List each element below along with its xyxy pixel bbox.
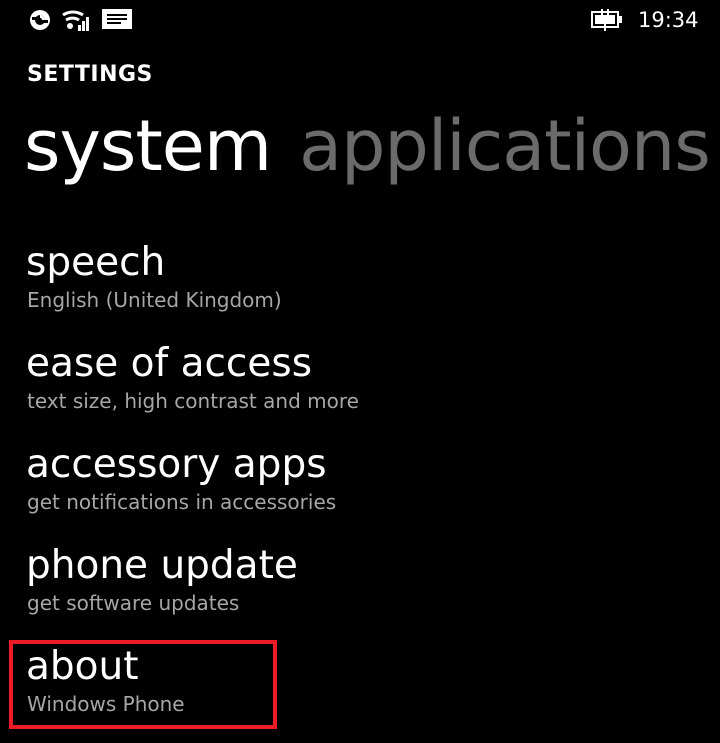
list-item-title: accessory apps: [26, 442, 327, 487]
list-item-accessory-apps[interactable]: accessory apps get notifications in acce…: [26, 440, 359, 541]
status-bar: 19:34: [0, 0, 720, 40]
status-time: 19:34: [638, 8, 699, 32]
battery-charging-icon: [591, 9, 622, 31]
pivot-header: system applications: [24, 104, 711, 188]
sync-icon: [30, 10, 50, 30]
list-item-title: speech: [26, 240, 166, 285]
pivot-tab-system[interactable]: system: [24, 104, 272, 188]
highlight-box: [9, 640, 277, 729]
list-item-subtitle: get notifications in accessories: [27, 490, 337, 514]
list-item-subtitle: text size, high contrast and more: [27, 389, 359, 413]
list-item-ease-of-access[interactable]: ease of access text size, high contrast …: [26, 339, 359, 440]
app-title: SETTINGS: [27, 62, 153, 87]
list-item-title: ease of access: [26, 341, 313, 386]
pivot-tab-applications[interactable]: applications: [299, 104, 711, 188]
list-item-speech[interactable]: speech English (United Kingdom): [26, 238, 359, 339]
wifi-signal-icon: [62, 10, 89, 31]
list-item-title: phone update: [26, 543, 298, 588]
list-item-subtitle: English (United Kingdom): [27, 288, 282, 312]
message-icon: [102, 9, 132, 29]
list-item-subtitle: get software updates: [27, 591, 240, 615]
list-item-phone-update[interactable]: phone update get software updates: [26, 541, 359, 642]
